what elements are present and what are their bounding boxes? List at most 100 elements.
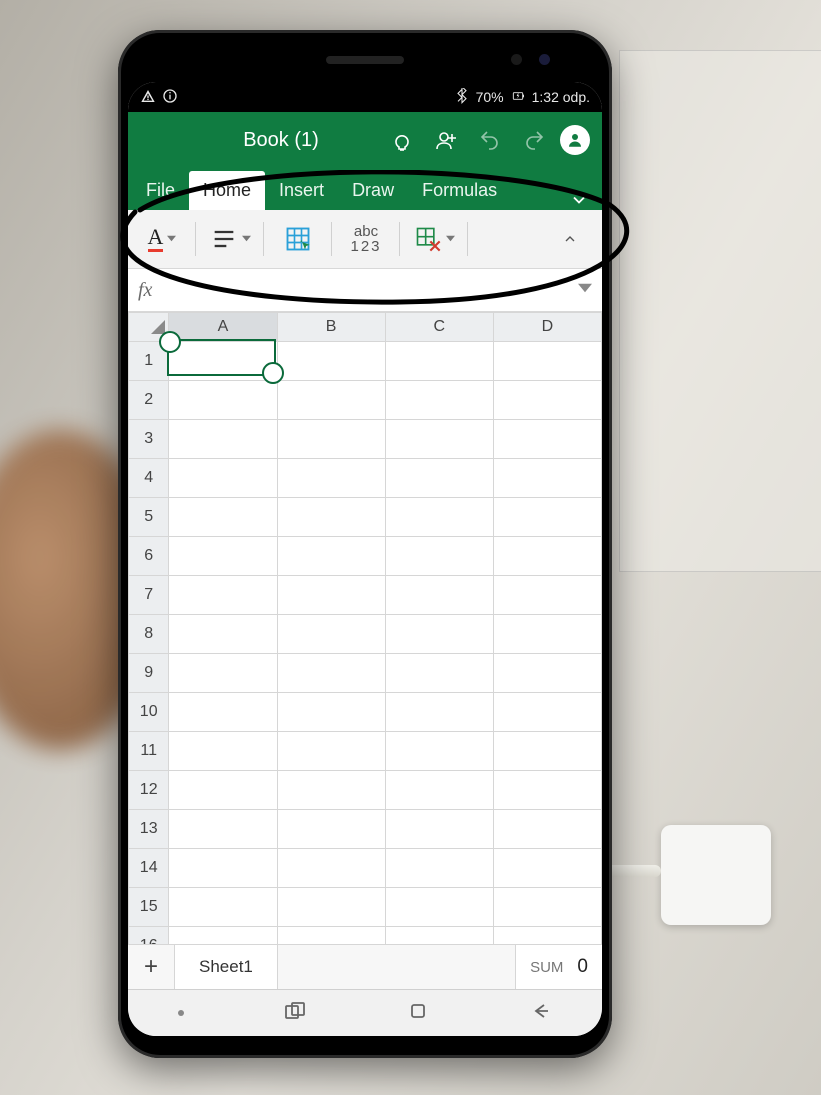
- cell[interactable]: [277, 576, 385, 615]
- tab-file[interactable]: File: [132, 171, 189, 210]
- cell[interactable]: [493, 849, 601, 888]
- cell[interactable]: [385, 537, 493, 576]
- cell[interactable]: [169, 420, 277, 459]
- spreadsheet-grid[interactable]: A B C D 1234567891011121314151617: [128, 312, 602, 944]
- cell[interactable]: [493, 732, 601, 771]
- cell[interactable]: [277, 342, 385, 381]
- tell-me-icon[interactable]: [380, 118, 424, 162]
- cell-styles-button[interactable]: [268, 218, 328, 260]
- row-header[interactable]: 16: [129, 927, 169, 945]
- row-header[interactable]: 15: [129, 888, 169, 927]
- cell[interactable]: [169, 810, 277, 849]
- row-header[interactable]: 14: [129, 849, 169, 888]
- cell[interactable]: [385, 732, 493, 771]
- tab-insert[interactable]: Insert: [265, 171, 338, 210]
- row-header[interactable]: 7: [129, 576, 169, 615]
- alignment-button[interactable]: [200, 218, 260, 260]
- row-header[interactable]: 3: [129, 420, 169, 459]
- cell[interactable]: [169, 732, 277, 771]
- cell[interactable]: [385, 615, 493, 654]
- cell[interactable]: [169, 615, 277, 654]
- cell[interactable]: [385, 810, 493, 849]
- document-title[interactable]: Book (1): [182, 129, 380, 152]
- cell[interactable]: [493, 459, 601, 498]
- row-header[interactable]: 4: [129, 459, 169, 498]
- insert-delete-cells-button[interactable]: [404, 218, 464, 260]
- cell[interactable]: [493, 927, 601, 945]
- cell[interactable]: [493, 810, 601, 849]
- cell[interactable]: [169, 459, 277, 498]
- cell[interactable]: [277, 420, 385, 459]
- cell[interactable]: [169, 381, 277, 420]
- tab-formulas[interactable]: Formulas: [408, 171, 511, 210]
- share-icon[interactable]: [424, 118, 468, 162]
- cell[interactable]: [385, 927, 493, 945]
- cell[interactable]: [277, 849, 385, 888]
- cell[interactable]: [385, 888, 493, 927]
- cell[interactable]: [385, 498, 493, 537]
- cell[interactable]: [493, 693, 601, 732]
- row-header[interactable]: 5: [129, 498, 169, 537]
- aggregate-display[interactable]: SUM 0: [515, 945, 602, 989]
- cell[interactable]: [385, 654, 493, 693]
- cell[interactable]: [385, 420, 493, 459]
- cell[interactable]: [385, 693, 493, 732]
- row-header[interactable]: 10: [129, 693, 169, 732]
- add-sheet-button[interactable]: +: [128, 945, 175, 989]
- row-header[interactable]: 2: [129, 381, 169, 420]
- cell[interactable]: [169, 771, 277, 810]
- select-all-corner[interactable]: [129, 313, 169, 342]
- cell[interactable]: [277, 615, 385, 654]
- cell[interactable]: [277, 771, 385, 810]
- back-button[interactable]: [529, 999, 553, 1028]
- redo-icon[interactable]: [512, 118, 556, 162]
- cell[interactable]: [493, 654, 601, 693]
- cell[interactable]: [169, 342, 277, 381]
- row-header[interactable]: 13: [129, 810, 169, 849]
- cell[interactable]: [277, 381, 385, 420]
- sheet-tab[interactable]: Sheet1: [175, 945, 278, 989]
- column-header[interactable]: D: [493, 313, 601, 342]
- cell[interactable]: [169, 537, 277, 576]
- cell[interactable]: [169, 888, 277, 927]
- cell[interactable]: [385, 849, 493, 888]
- cell[interactable]: [493, 498, 601, 537]
- cell[interactable]: [169, 693, 277, 732]
- cell[interactable]: [385, 342, 493, 381]
- cell[interactable]: [385, 381, 493, 420]
- cell[interactable]: [277, 732, 385, 771]
- column-header[interactable]: C: [385, 313, 493, 342]
- cell[interactable]: [277, 810, 385, 849]
- cell[interactable]: [493, 537, 601, 576]
- home-button[interactable]: [406, 999, 430, 1028]
- row-header[interactable]: 8: [129, 615, 169, 654]
- cell[interactable]: [493, 888, 601, 927]
- recents-button[interactable]: [283, 999, 307, 1028]
- cell[interactable]: [169, 849, 277, 888]
- cell[interactable]: [493, 342, 601, 381]
- more-tabs-icon[interactable]: [556, 190, 602, 210]
- formula-expand-icon[interactable]: [578, 281, 592, 300]
- cell[interactable]: [493, 576, 601, 615]
- tab-home[interactable]: Home: [189, 171, 265, 210]
- formula-bar[interactable]: fx: [128, 269, 602, 312]
- cell[interactable]: [493, 615, 601, 654]
- cell[interactable]: [169, 927, 277, 945]
- row-header[interactable]: 1: [129, 342, 169, 381]
- cell[interactable]: [277, 927, 385, 945]
- cell[interactable]: [277, 459, 385, 498]
- collapse-toolbar-button[interactable]: [542, 218, 598, 260]
- cell[interactable]: [385, 771, 493, 810]
- cell[interactable]: [385, 576, 493, 615]
- cell[interactable]: [277, 654, 385, 693]
- tab-draw[interactable]: Draw: [338, 171, 408, 210]
- cell[interactable]: [277, 537, 385, 576]
- cell[interactable]: [493, 420, 601, 459]
- cell[interactable]: [277, 693, 385, 732]
- row-header[interactable]: 9: [129, 654, 169, 693]
- column-header[interactable]: B: [277, 313, 385, 342]
- row-header[interactable]: 12: [129, 771, 169, 810]
- undo-icon[interactable]: [468, 118, 512, 162]
- column-header[interactable]: A: [169, 313, 277, 342]
- cell[interactable]: [169, 654, 277, 693]
